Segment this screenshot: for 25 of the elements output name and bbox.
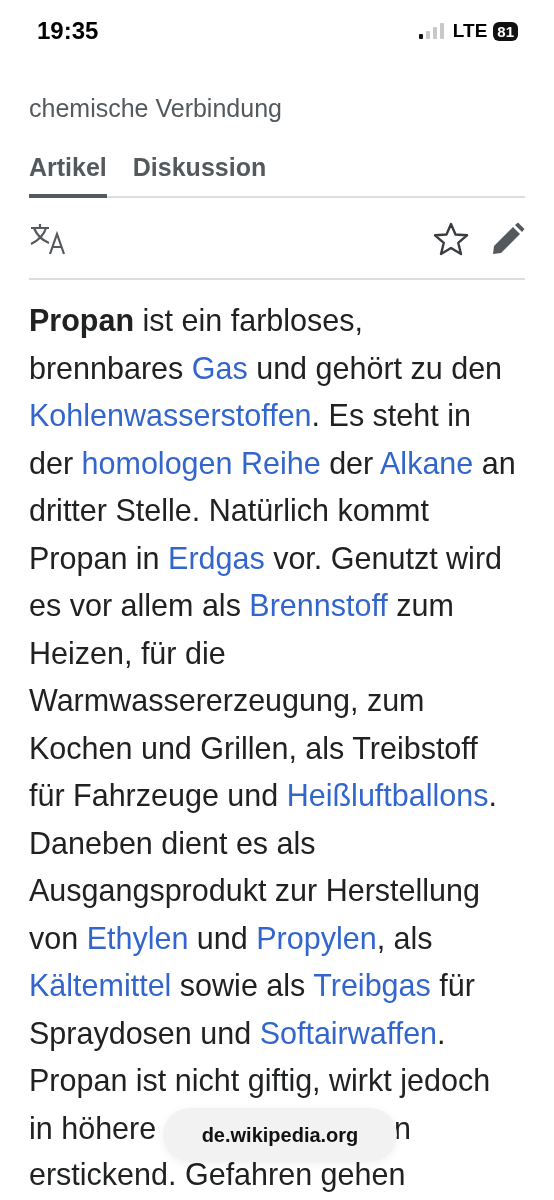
article-link[interactable]: Kohlenwasserstoffen	[29, 398, 312, 432]
article-link[interactable]: Gas	[191, 350, 248, 385]
article-link[interactable]: Ethylen	[86, 920, 189, 955]
tab[interactable]: Diskussion	[132, 153, 267, 198]
translate-icon[interactable]	[29, 222, 67, 256]
article-link[interactable]: Softairwaffen	[259, 1015, 438, 1050]
article-link[interactable]: Treibgas	[313, 968, 431, 1002]
star-icon[interactable]	[433, 222, 469, 256]
signal-icon	[418, 23, 447, 39]
article-link[interactable]: Heißluftballons	[286, 778, 489, 812]
network-label: LTE	[452, 20, 488, 42]
article-link[interactable]: Propylen	[256, 920, 377, 955]
status-time: 19:35	[37, 17, 99, 45]
text-fragment: n	[394, 1109, 411, 1147]
url-bar[interactable]: de.wikipedia.org	[163, 1108, 397, 1162]
edit-icon[interactable]	[491, 222, 525, 256]
article-link[interactable]: Brennstoff	[249, 588, 388, 622]
article-link[interactable]: homologen Reihe	[81, 445, 321, 480]
article-subtitle: chemische Verbindung	[29, 93, 283, 123]
article-link[interactable]: Alkane	[380, 445, 474, 480]
tab[interactable]: Artikel	[29, 153, 107, 198]
article-link[interactable]: Erdgas	[168, 540, 265, 575]
article-link[interactable]: Kältemittel	[29, 968, 172, 1002]
text-fragment: in höhere	[29, 1110, 157, 1145]
battery-level: 81	[493, 21, 518, 41]
